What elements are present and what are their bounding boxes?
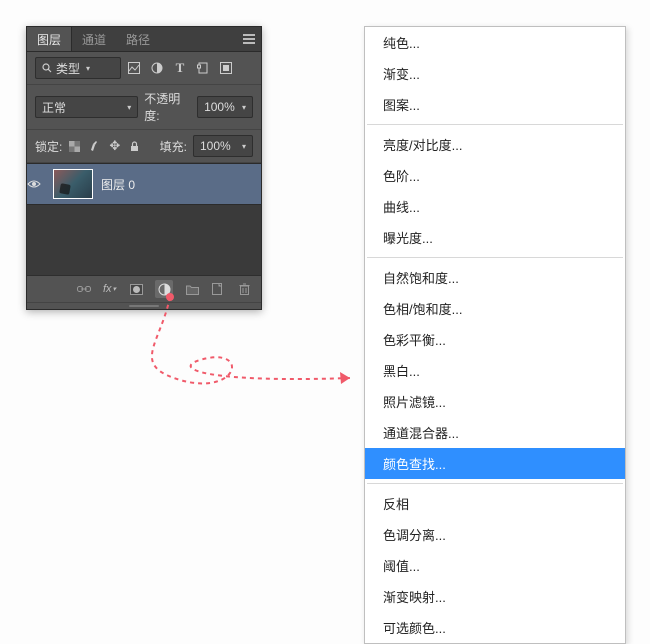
lock-fill-row: 锁定: ✥ 填充: 100% ▾ — [27, 130, 261, 163]
filter-kind-dropdown[interactable]: 类型 ▾ — [35, 57, 121, 79]
menu-item[interactable]: 色阶... — [365, 160, 625, 191]
layers-empty-area — [27, 205, 261, 275]
chevron-down-icon: ▾ — [242, 142, 246, 151]
tab-channels[interactable]: 通道 — [72, 27, 116, 51]
panel-footer: fx▾ — [27, 275, 261, 302]
filter-smart-icon[interactable] — [219, 61, 233, 75]
filter-type-icon[interactable]: T — [173, 61, 187, 75]
filter-icons: T — [127, 61, 233, 75]
menu-separator — [367, 483, 623, 484]
fx-icon[interactable]: fx▾ — [103, 282, 117, 296]
menu-item[interactable]: 可选颜色... — [365, 612, 625, 643]
menu-item[interactable]: 自然饱和度... — [365, 262, 625, 293]
layers-list: 图层 0 — [27, 163, 261, 275]
menu-separator — [367, 124, 623, 125]
search-icon — [42, 63, 52, 73]
filter-adjust-icon[interactable] — [150, 61, 164, 75]
menu-item[interactable]: 色彩平衡... — [365, 324, 625, 355]
tab-layers[interactable]: 图层 — [27, 27, 72, 51]
lock-label: 锁定: — [35, 138, 62, 155]
menu-item[interactable]: 黑白... — [365, 355, 625, 386]
menu-item[interactable]: 阈值... — [365, 550, 625, 581]
filter-image-icon[interactable] — [127, 61, 141, 75]
new-layer-icon[interactable] — [211, 282, 225, 296]
mask-icon[interactable] — [129, 282, 143, 296]
menu-item[interactable]: 照片滤镜... — [365, 386, 625, 417]
menu-item[interactable]: 曲线... — [365, 191, 625, 222]
lock-transparency-icon[interactable] — [68, 140, 81, 153]
fill-value: 100% — [200, 139, 231, 153]
link-icon[interactable] — [77, 282, 91, 296]
panel-resize-grip[interactable] — [27, 302, 261, 309]
panel-tabs: 图层 通道 路径 — [27, 27, 261, 52]
opacity-dropdown[interactable]: 100% ▾ — [197, 96, 253, 118]
menu-item[interactable]: 纯色... — [365, 27, 625, 58]
blend-opacity-row: 正常 ▾ 不透明度: 100% ▾ — [27, 85, 261, 130]
adjustment-context-menu: 纯色... 渐变... 图案... 亮度/对比度... 色阶... 曲线... … — [364, 26, 626, 644]
filter-shape-icon[interactable] — [196, 61, 210, 75]
menu-item[interactable]: 色调分离... — [365, 519, 625, 550]
layer-item[interactable]: 图层 0 — [27, 163, 261, 205]
visibility-eye-icon[interactable] — [27, 179, 53, 189]
blend-mode-dropdown[interactable]: 正常 ▾ — [35, 96, 138, 118]
tab-paths[interactable]: 路径 — [116, 27, 160, 51]
lock-all-icon[interactable] — [128, 140, 141, 153]
group-icon[interactable] — [185, 282, 199, 296]
chevron-down-icon: ▾ — [242, 103, 246, 112]
menu-item[interactable]: 曝光度... — [365, 222, 625, 253]
menu-item[interactable]: 渐变... — [365, 58, 625, 89]
filter-kind-label: 类型 — [56, 60, 80, 77]
chevron-down-icon: ▾ — [127, 103, 131, 112]
menu-item[interactable]: 色相/饱和度... — [365, 293, 625, 324]
chevron-down-icon: ▾ — [86, 64, 90, 73]
menu-item[interactable]: 亮度/对比度... — [365, 129, 625, 160]
menu-item[interactable]: 通道混合器... — [365, 417, 625, 448]
layers-panel: 图层 通道 路径 类型 ▾ T 正常 ▾ 不透明度: 100% ▾ — [26, 26, 262, 310]
layer-thumbnail[interactable] — [53, 169, 93, 199]
menu-separator — [367, 257, 623, 258]
menu-item-selected[interactable]: 颜色查找... — [365, 448, 625, 479]
opacity-label: 不透明度: — [144, 90, 191, 124]
trash-icon[interactable] — [237, 282, 251, 296]
opacity-value: 100% — [204, 100, 235, 114]
lock-position-icon[interactable]: ✥ — [108, 140, 121, 153]
filter-row: 类型 ▾ T — [27, 52, 261, 85]
menu-item[interactable]: 渐变映射... — [365, 581, 625, 612]
fill-dropdown[interactable]: 100% ▾ — [193, 135, 253, 157]
panel-menu-icon[interactable] — [243, 32, 255, 46]
menu-item[interactable]: 图案... — [365, 89, 625, 120]
lock-pixels-icon[interactable] — [88, 140, 101, 153]
lock-icons: ✥ — [68, 140, 141, 153]
menu-item[interactable]: 反相 — [365, 488, 625, 519]
layer-name[interactable]: 图层 0 — [101, 176, 135, 193]
blend-mode-value: 正常 — [42, 99, 66, 116]
adjustment-layer-icon[interactable] — [155, 280, 173, 298]
fill-label: 填充: — [160, 138, 187, 155]
